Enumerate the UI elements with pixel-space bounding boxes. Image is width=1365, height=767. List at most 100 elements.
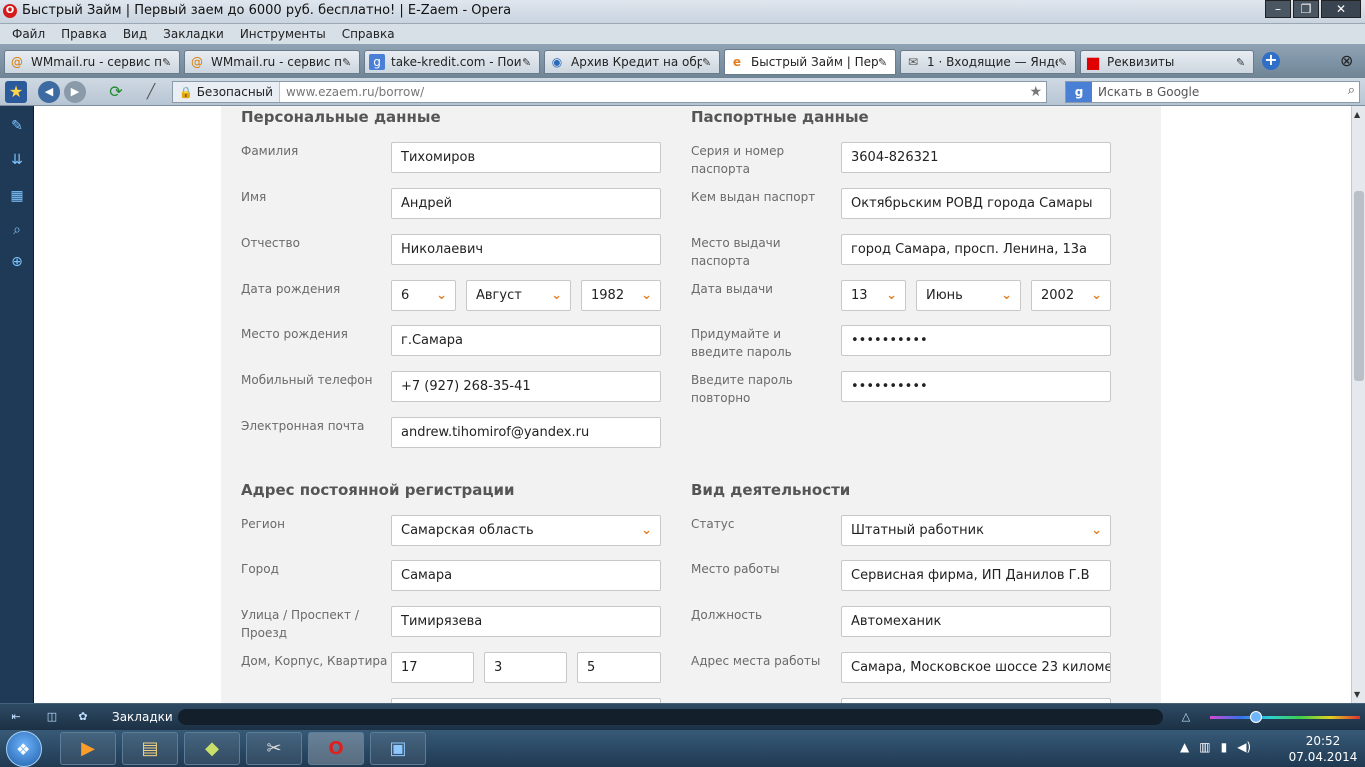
tab-close-icon[interactable]: ✎ [1058, 56, 1072, 69]
tab-ezaem-active[interactable]: e Быстрый Займ | Пер... ✎ [724, 49, 896, 75]
turbo-icon[interactable]: ◫ [44, 709, 60, 725]
position-input[interactable]: Автомеханик [841, 606, 1111, 637]
tab-wmmail-1[interactable]: @ WMmail.ru - сервис п... ✎ [4, 50, 180, 74]
volume-icon[interactable]: ◀) [1237, 740, 1251, 754]
menu-bookmarks[interactable]: Закладки [163, 27, 224, 41]
search-engine-google-icon[interactable]: g [1066, 82, 1092, 102]
tray-expand-icon[interactable]: ▲ [1180, 740, 1189, 754]
issue-day-select[interactable]: 13 ⌄ [841, 280, 906, 311]
tab-yandex-mail[interactable]: ✉ 1 · Входящие — Янде... ✎ [900, 50, 1076, 74]
birthplace-input[interactable]: г.Самара [391, 325, 661, 356]
phone-label: Мобильный телефон [241, 373, 373, 387]
search-placeholder[interactable]: Искать в Google [1098, 85, 1199, 99]
passport-number-input[interactable]: 3604-826321 [841, 142, 1111, 173]
apartment-input[interactable]: 5 [577, 652, 661, 683]
notes-taskbar-icon[interactable]: ◆ [184, 732, 240, 765]
tab-requisites[interactable]: ■ Реквизиты ✎ [1080, 50, 1254, 74]
notes-icon[interactable]: ✎ [7, 116, 27, 136]
tab-take-kredit[interactable]: g take-kredit.com - Пои... ✎ [364, 50, 540, 74]
lastname-label: Фамилия [241, 144, 299, 158]
bookmark-star-icon[interactable]: ★ [1029, 84, 1042, 100]
address-field[interactable]: 🔒 Безопасный www.ezaem.ru/borrow/ ★ [172, 81, 1047, 103]
close-window-button[interactable]: ✕ [1321, 0, 1361, 18]
tools-taskbar-icon[interactable]: ✂ [246, 732, 302, 765]
status-select[interactable]: Штатный работник ⌄ [841, 515, 1111, 546]
menu-view[interactable]: Вид [123, 27, 147, 41]
network-icon[interactable]: ▥ [1199, 740, 1210, 754]
region-select[interactable]: Самарская область ⌄ [391, 515, 661, 546]
back-icon[interactable]: ◀ [38, 81, 60, 103]
system-clock[interactable]: 20:52 07.04.2014 [1283, 733, 1363, 765]
patronymic-label: Отчество [241, 236, 300, 250]
tab-close-icon[interactable]: ✎ [522, 56, 536, 69]
security-badge[interactable]: 🔒 Безопасный [173, 82, 280, 102]
phone-input[interactable]: +7 (927) 268-35-41 [391, 371, 661, 402]
media-player-taskbar-icon[interactable]: ▶ [60, 732, 116, 765]
edit-icon[interactable]: ╱ [140, 81, 162, 103]
building-input[interactable]: 3 [484, 652, 567, 683]
zoom-slider-knob[interactable] [1250, 711, 1262, 723]
signal-icon[interactable]: ▮ [1221, 740, 1228, 754]
password-input[interactable]: •••••••••• [841, 325, 1111, 356]
status-value: Штатный работник [851, 523, 984, 538]
menu-file[interactable]: Файл [12, 27, 45, 41]
issue-month-select[interactable]: Июнь ⌄ [916, 280, 1021, 311]
search-icon[interactable]: ⌕ [1348, 83, 1355, 98]
scroll-up-icon[interactable]: ▲ [1354, 110, 1360, 119]
menu-tools[interactable]: Инструменты [240, 27, 326, 41]
scroll-down-icon[interactable]: ▼ [1354, 690, 1360, 699]
explorer-taskbar-icon[interactable]: ▤ [122, 732, 178, 765]
patronymic-input[interactable]: Николаевич [391, 234, 661, 265]
tab-close-icon[interactable]: ✎ [342, 56, 356, 69]
city-input[interactable]: Самара [391, 560, 661, 591]
speed-dial-star-icon[interactable]: ★ [5, 81, 27, 103]
firstname-input[interactable]: Андрей [391, 188, 661, 219]
minimize-button[interactable]: – [1265, 0, 1291, 18]
street-input[interactable]: Тимирязева [391, 606, 661, 637]
menu-help[interactable]: Справка [342, 27, 395, 41]
lastname-input[interactable]: Тихомиров [391, 142, 661, 173]
tab-archive-credit[interactable]: ◉ Архив Кредит на обр... ✎ [544, 50, 720, 74]
workplace-input[interactable]: Сервисная фирма, ИП Данилов Г.В [841, 560, 1111, 591]
tab-close-icon[interactable]: ✎ [162, 56, 176, 69]
zoom-slider[interactable] [1210, 711, 1360, 723]
passport-issuer-input[interactable]: Октябрьским РОВД города Самары [841, 188, 1111, 219]
downloads-icon[interactable]: ⇊ [7, 150, 27, 170]
tab-close-icon[interactable]: ✎ [702, 56, 716, 69]
chevron-down-icon: ⌄ [641, 523, 652, 538]
panel-toggle-icon[interactable]: ⇤ [8, 709, 24, 725]
picture-taskbar-icon[interactable]: ▣ [370, 732, 426, 765]
chevron-down-icon: ⌄ [436, 288, 447, 303]
unite-icon[interactable]: ✿ [75, 709, 91, 725]
forward-icon[interactable]: ▶ [64, 81, 86, 103]
work-address-input[interactable]: Самара, Московское шоссе 23 километр [841, 652, 1111, 683]
issue-year-select[interactable]: 2002 ⌄ [1031, 280, 1111, 311]
birth-month-select[interactable]: Август ⌄ [466, 280, 571, 311]
panels-icon[interactable]: ▦ [7, 186, 27, 206]
reload-icon[interactable]: ⟳ [105, 81, 127, 103]
search-panel-icon[interactable]: ⌕ [7, 220, 27, 240]
tab-close-icon[interactable]: ✎ [1236, 56, 1250, 69]
password-repeat-input[interactable]: •••••••••• [841, 371, 1111, 402]
house-input[interactable]: 17 [391, 652, 474, 683]
restore-button[interactable]: ❐ [1293, 0, 1319, 18]
start-button[interactable]: ❖ [6, 731, 42, 767]
menu-edit[interactable]: Правка [61, 27, 107, 41]
opera-taskbar-icon[interactable]: O [308, 732, 364, 765]
bookmarks-status-label[interactable]: Закладки [112, 710, 173, 724]
tab-close-icon[interactable]: ✎ [878, 56, 892, 69]
scrollbar-thumb[interactable] [1354, 191, 1364, 381]
add-panel-icon[interactable]: ⊕ [7, 252, 27, 272]
birth-day-select[interactable]: 6 ⌄ [391, 280, 456, 311]
page-scrollbar[interactable]: ▲ ▼ [1351, 106, 1365, 703]
passport-issue-place-input[interactable]: город Самара, просп. Ленина, 13а [841, 234, 1111, 265]
tab-wmmail-2[interactable]: @ WMmail.ru - сервис п... ✎ [184, 50, 360, 74]
url-text[interactable]: www.ezaem.ru/borrow/ [286, 85, 424, 99]
new-tab-icon[interactable]: + [1262, 52, 1280, 70]
status-track [178, 709, 1163, 725]
view-icon[interactable]: △ [1178, 709, 1194, 725]
search-field[interactable]: g Искать в Google ⌕ [1065, 81, 1360, 103]
email-input[interactable]: andrew.tihomirof@yandex.ru [391, 417, 661, 448]
closed-tabs-icon[interactable]: ⊗ [1340, 51, 1358, 70]
birth-year-select[interactable]: 1982 ⌄ [581, 280, 661, 311]
